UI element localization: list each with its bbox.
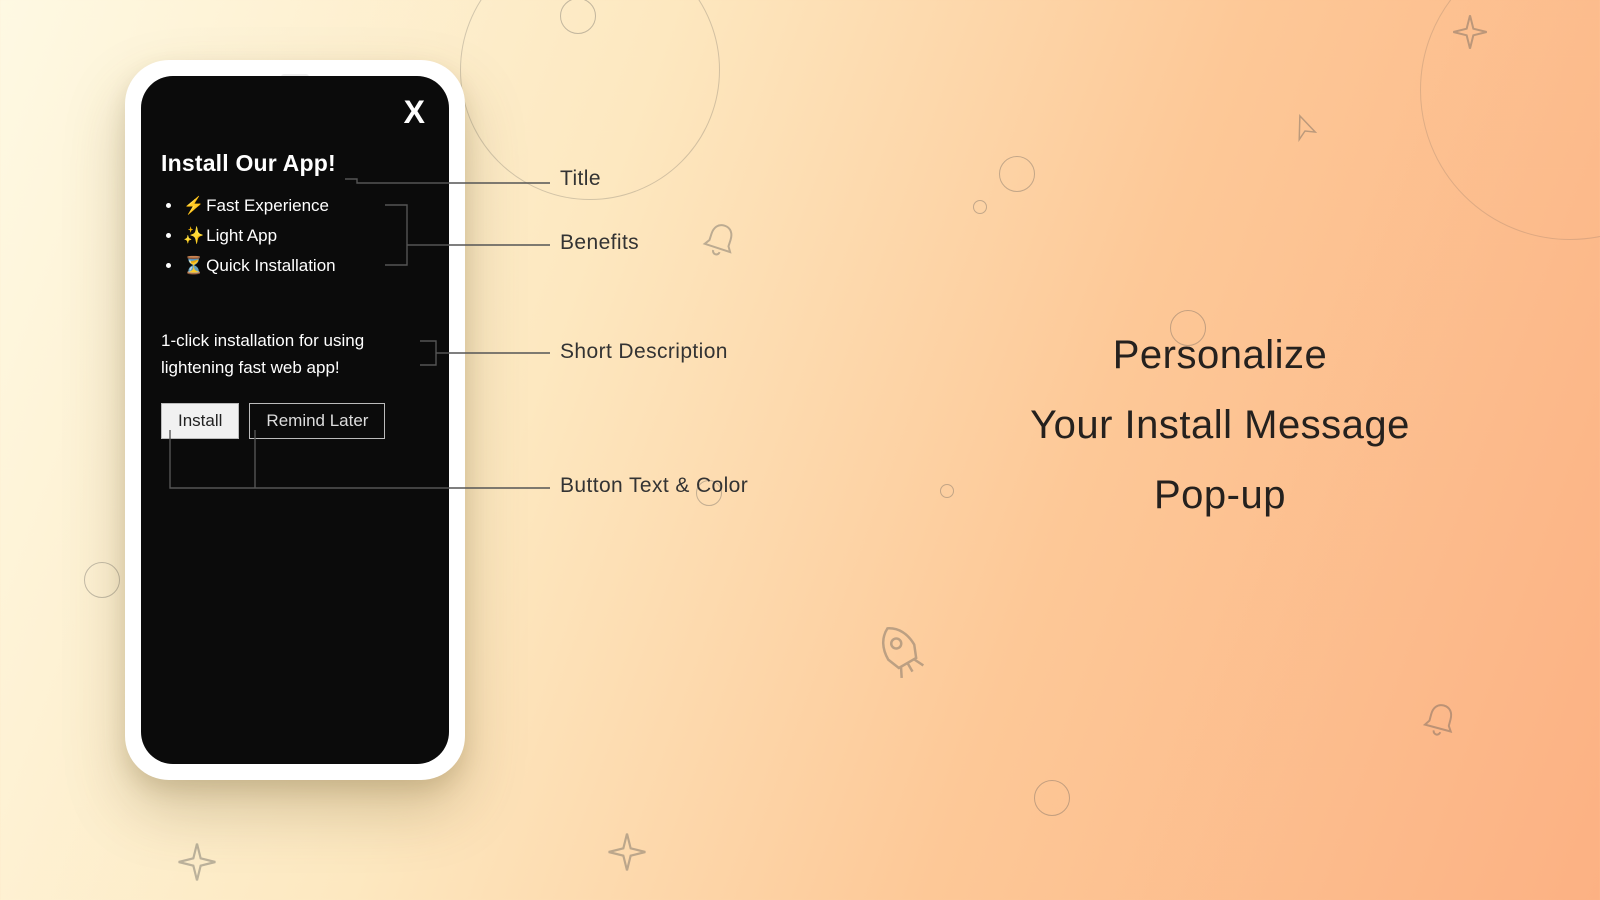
bell-icon: [1416, 696, 1465, 745]
leader-line: [345, 167, 555, 187]
background-dot-icon: [973, 200, 987, 214]
headline-line: Your Install Message: [920, 390, 1520, 460]
headline-line: Pop-up: [920, 460, 1520, 530]
background-circle-icon: [1034, 780, 1070, 816]
benefit-text: Light App: [206, 226, 277, 245]
background-circle-icon: [999, 156, 1035, 192]
benefit-text: Fast Experience: [206, 196, 329, 215]
headline-line: Personalize: [920, 320, 1520, 390]
background-circle-large: [1420, 0, 1600, 240]
annotation-title: Title: [560, 167, 601, 191]
benefit-emoji: ⏳: [183, 256, 204, 275]
annotation-button: Button Text & Color: [560, 474, 748, 498]
cursor-icon: [1286, 112, 1324, 150]
popup-description: 1-click installation for using lightenin…: [161, 328, 429, 381]
leader-line: [385, 195, 555, 275]
sparkle-icon: [605, 830, 649, 874]
close-icon[interactable]: X: [404, 94, 425, 131]
benefit-text: Quick Installation: [206, 256, 335, 275]
background-circle-icon: [84, 562, 120, 598]
benefit-emoji: ✨: [183, 226, 204, 245]
leader-line: [420, 335, 555, 365]
promo-headline: Personalize Your Install Message Pop-up: [920, 320, 1520, 530]
sparkle-icon: [1450, 12, 1490, 52]
sparkle-icon: [175, 840, 219, 884]
annotation-benefits: Benefits: [560, 231, 639, 255]
annotation-description: Short Description: [560, 340, 728, 364]
rocket-icon: [859, 609, 941, 691]
benefit-emoji: ⚡: [183, 196, 204, 215]
bell-icon: [695, 215, 745, 265]
leader-line: [170, 430, 555, 500]
